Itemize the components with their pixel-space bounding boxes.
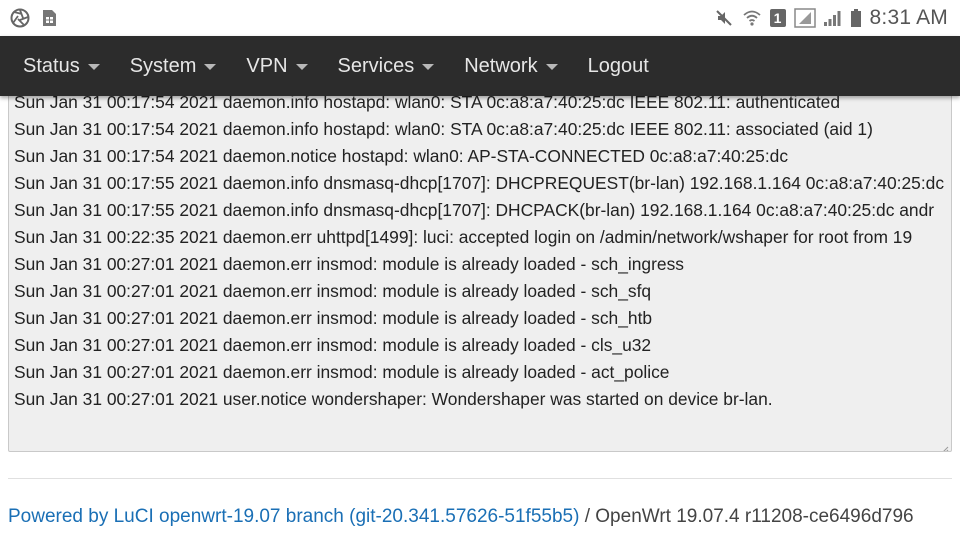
main-navbar: Status System VPN Services Network Logout	[0, 36, 960, 96]
nav-item-label: Network	[464, 54, 538, 77]
log-lines: Sun Jan 31 00:17:54 2021 daemon.info hos…	[14, 89, 944, 413]
nav-item-logout[interactable]: Logout	[573, 36, 664, 96]
footer: Powered by LuCI openwrt-19.07 branch (gi…	[8, 506, 914, 528]
clock-time: 8:31 AM	[869, 6, 948, 29]
log-line: Sun Jan 31 00:27:01 2021 user.notice won…	[14, 389, 773, 409]
aperture-icon	[10, 8, 30, 28]
signal-icon	[793, 8, 816, 28]
log-line: Sun Jan 31 00:27:01 2021 daemon.err insm…	[14, 335, 652, 355]
nav-item-label: Status	[23, 54, 80, 77]
sim-card-icon	[40, 8, 60, 28]
powered-by-luci-link[interactable]: Powered by LuCI openwrt-19.07 branch (gi…	[8, 506, 579, 527]
nav-menu: Status System VPN Services Network Logout	[8, 36, 664, 96]
nav-item-vpn[interactable]: VPN	[231, 36, 322, 96]
nav-item-label: System	[129, 54, 197, 77]
caret-down-icon	[422, 64, 435, 70]
nav-item-label: Services	[337, 54, 415, 77]
log-line: Sun Jan 31 00:22:35 2021 daemon.err uhtt…	[14, 227, 913, 247]
nav-item-system[interactable]: System	[115, 36, 232, 96]
log-line: Sun Jan 31 00:17:55 2021 daemon.info dns…	[14, 173, 945, 193]
nav-item-label: Logout	[587, 54, 649, 77]
openwrt-version: OpenWrt 19.07.4 r11208-ce6496d796	[595, 506, 914, 527]
signal-icon	[822, 8, 842, 28]
log-line: Sun Jan 31 00:27:01 2021 daemon.err insm…	[14, 308, 653, 328]
caret-down-icon	[87, 64, 100, 70]
log-line: Sun Jan 31 00:27:01 2021 daemon.err insm…	[14, 281, 652, 301]
nav-item-services[interactable]: Services	[323, 36, 450, 96]
mute-icon	[714, 8, 734, 28]
caret-down-icon	[204, 64, 217, 70]
battery-icon	[850, 8, 862, 28]
resize-handle-icon[interactable]	[941, 441, 949, 451]
android-status-bar: 1 8:31 AM	[0, 0, 960, 36]
log-line: Sun Jan 31 00:27:01 2021 daemon.err insm…	[14, 362, 670, 382]
system-log-textarea[interactable]: Sun Jan 31 00:17:54 2021 daemon.info hos…	[8, 84, 952, 452]
caret-down-icon	[295, 64, 308, 70]
footer-separator: /	[579, 506, 596, 527]
sim1-label: 1	[773, 10, 782, 26]
footer-divider	[8, 478, 952, 479]
caret-down-icon	[545, 64, 558, 70]
wifi-icon	[742, 8, 762, 28]
log-line: Sun Jan 31 00:17:54 2021 daemon.info hos…	[14, 119, 873, 139]
log-line: Sun Jan 31 00:17:54 2021 daemon.notice h…	[14, 146, 789, 166]
nav-item-status[interactable]: Status	[8, 36, 115, 96]
nav-item-network[interactable]: Network	[449, 36, 572, 96]
log-line: Sun Jan 31 00:17:55 2021 daemon.info dns…	[14, 200, 935, 220]
sim1-icon: 1	[769, 9, 786, 27]
nav-item-label: VPN	[246, 54, 288, 77]
log-line: Sun Jan 31 00:27:01 2021 daemon.err insm…	[14, 254, 684, 274]
